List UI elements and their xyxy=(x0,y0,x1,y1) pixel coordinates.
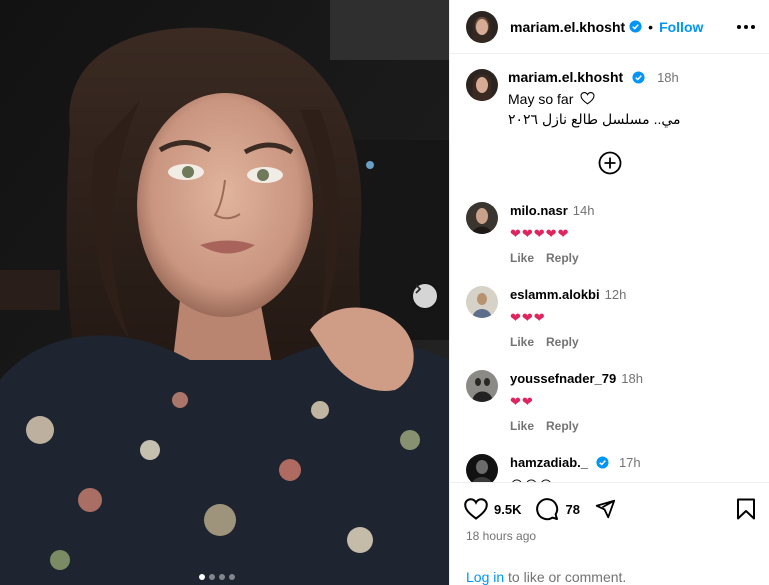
comment-reply-button[interactable]: Reply xyxy=(546,335,579,349)
heart-outline-icon[interactable] xyxy=(464,498,488,520)
comment-item: youssefnader_79 18h ❤❤ Like Reply xyxy=(466,370,643,433)
post-timestamp[interactable]: 18 hours ago xyxy=(450,521,769,543)
login-suffix: to like or comment. xyxy=(504,569,627,585)
comment-time: 17h xyxy=(618,455,641,470)
comment-time: 18h xyxy=(621,371,643,386)
commenter-username[interactable]: hamzadiab._ xyxy=(510,455,588,470)
post-photo xyxy=(0,0,449,585)
caption-time[interactable]: 18h xyxy=(657,70,679,85)
commenter-avatar[interactable] xyxy=(466,286,498,318)
separator-dot: • xyxy=(648,18,654,35)
post-media[interactable] xyxy=(0,0,449,585)
bookmark-icon[interactable] xyxy=(736,498,756,520)
follow-button[interactable]: Follow xyxy=(659,19,703,35)
comment-time: 12h xyxy=(604,287,627,302)
post-sidebar: mariam.el.khosht • Follow mariam.el.khos… xyxy=(449,0,769,585)
carousel-dot xyxy=(229,574,235,580)
plus-circle-icon[interactable] xyxy=(598,151,622,175)
comments-count[interactable]: 78 xyxy=(565,502,579,517)
commenter-avatar[interactable] xyxy=(466,202,498,234)
post-header: mariam.el.khosht • Follow xyxy=(450,0,769,54)
post-action-bar: 9.5K 78 18 hours ago Log in to like or c… xyxy=(450,482,769,585)
commenter-username[interactable]: milo.nasr xyxy=(510,203,568,218)
commenter-username[interactable]: eslamm.alokbi xyxy=(510,287,600,302)
likes-count[interactable]: 9.5K xyxy=(494,502,521,517)
comment-item: hamzadiab._ 17h 😍😍😍 xyxy=(466,454,641,482)
chevron-right-icon xyxy=(415,284,422,294)
comment-item: milo.nasr 14h ❤❤❤❤❤ Like Reply xyxy=(466,202,595,265)
comment-reply-button[interactable]: Reply xyxy=(546,251,579,265)
login-link[interactable]: Log in xyxy=(466,569,504,585)
commenter-avatar[interactable] xyxy=(466,370,498,402)
comment-like-button[interactable]: Like xyxy=(510,419,534,433)
comment-text: ❤❤❤ xyxy=(510,310,546,325)
caption-text-line1: May so far xyxy=(508,91,574,107)
caption-username[interactable]: mariam.el.khosht xyxy=(508,69,623,85)
post-caption: mariam.el.khosht 18h May so far مي.. مسل… xyxy=(466,69,681,128)
carousel-dot xyxy=(219,574,225,580)
caption-text-line2: مي.. مسلسل طالع نازل ٢٠٢٦ xyxy=(508,111,681,127)
carousel-indicator xyxy=(199,574,235,580)
comment-item: eslamm.alokbi 12h ❤❤❤ Like Reply xyxy=(466,286,626,349)
comment-like-button[interactable]: Like xyxy=(510,335,534,349)
more-options-icon[interactable] xyxy=(737,24,755,29)
commenter-avatar[interactable] xyxy=(466,454,498,482)
login-prompt: Log in to like or comment. xyxy=(466,569,626,585)
verified-badge-icon xyxy=(632,71,645,84)
commenter-username[interactable]: youssefnader_79 xyxy=(510,371,616,386)
comment-text: ❤❤❤❤❤ xyxy=(510,226,570,241)
carousel-dot xyxy=(199,574,205,580)
author-avatar[interactable] xyxy=(466,10,498,43)
carousel-dot xyxy=(209,574,215,580)
comment-text: ❤❤ xyxy=(510,394,534,409)
caption-avatar[interactable] xyxy=(466,69,498,101)
share-paper-plane-icon[interactable] xyxy=(594,498,616,520)
comment-like-button[interactable]: Like xyxy=(510,251,534,265)
heart-outline-icon xyxy=(580,92,595,105)
comment-bubble-icon[interactable] xyxy=(535,497,559,521)
verified-badge-icon xyxy=(596,456,610,469)
author-username[interactable]: mariam.el.khosht xyxy=(510,19,625,35)
carousel-next-button[interactable] xyxy=(413,284,437,308)
comment-reply-button[interactable]: Reply xyxy=(546,419,579,433)
comments-scroll-area[interactable]: mariam.el.khosht 18h May so far مي.. مسل… xyxy=(450,55,769,482)
comment-time: 14h xyxy=(572,203,595,218)
verified-badge-icon xyxy=(629,20,642,33)
